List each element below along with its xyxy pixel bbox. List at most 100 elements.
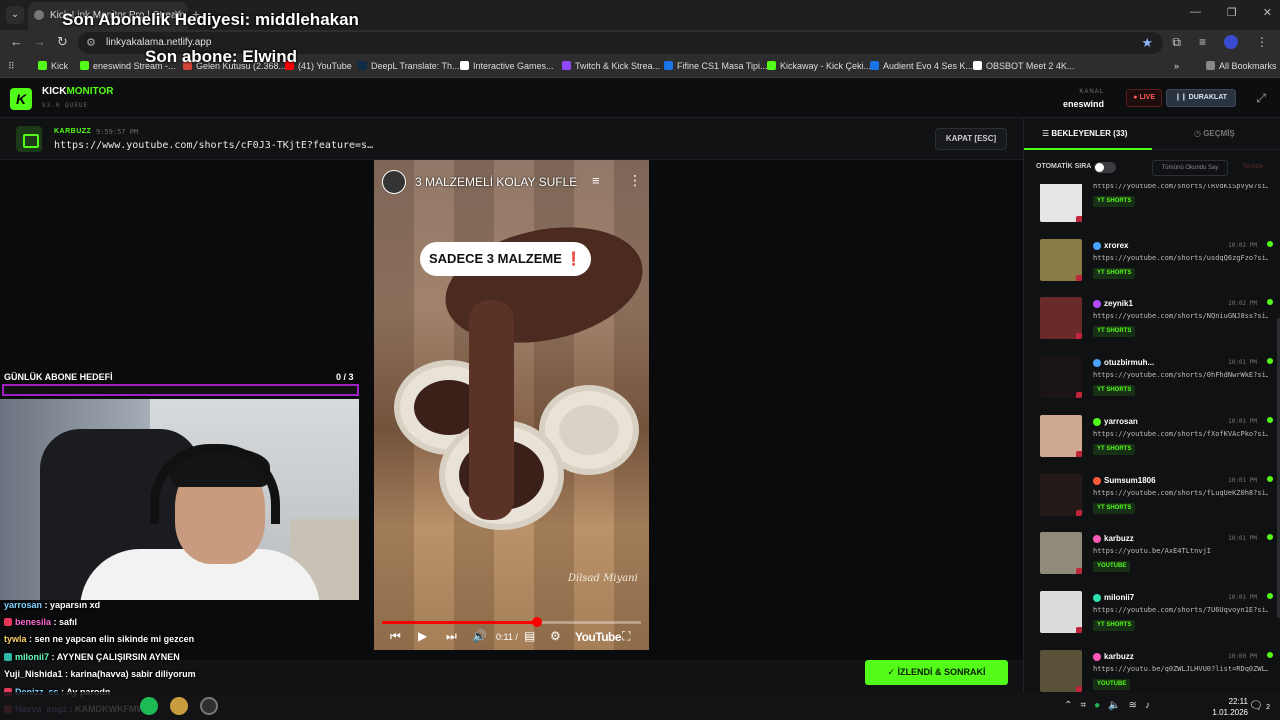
kick-icon (38, 61, 47, 70)
reload-icon[interactable]: ↻ (57, 34, 68, 50)
bookmark-item[interactable]: OBSBOT Meet 2 4K... (973, 61, 1074, 71)
queue-url[interactable]: https://youtube.com/shorts/NQniuGNJ8ss?s… (1093, 312, 1268, 320)
queue-item[interactable]: https://youtube.com/shorts/lRVdKiSpVyw?s… (1034, 184, 1274, 230)
tab-search-icon[interactable]: ⌄ (6, 6, 24, 24)
popout-icon[interactable]: ⤢ (1256, 91, 1266, 106)
playlist-icon[interactable]: ≡ (592, 173, 600, 188)
video-title[interactable]: 3 MALZEMELİ KOLAY SUFLE (415, 175, 577, 189)
browser-menu-icon[interactable]: ⋮ (1256, 35, 1268, 50)
more-options-icon[interactable]: ⋮ (628, 172, 642, 189)
queue-item[interactable]: karbuzz 10:01 PM https://youtu.be/AxE4TLtn… (1034, 532, 1274, 582)
queue-item[interactable]: milonii7 10:01 PM https://youtube.com/shor… (1034, 590, 1274, 641)
bookmark-item[interactable]: Kickaway - Kick Çeki... (767, 61, 871, 71)
all-bookmarks[interactable]: All Bookmarks (1206, 61, 1277, 71)
notifications-icon[interactable]: 🗨 2 (1249, 699, 1270, 712)
queue-item[interactable]: xrorex 10:02 PM https://youtube.com/shorts… (1034, 238, 1274, 289)
queue-thumbnail[interactable] (1040, 238, 1082, 281)
video-progress-bar[interactable] (382, 617, 641, 627)
mark-all-read-button[interactable]: Tümünü Okundu Say (1152, 160, 1228, 176)
speaker-icon[interactable]: 🔈 (1108, 700, 1120, 711)
queue-thumbnail[interactable] (1040, 649, 1082, 692)
previous-icon[interactable]: ⏮ (390, 629, 401, 644)
queue-item[interactable]: otuzbirmuh... 10:01 PM https://youtube.com… (1034, 356, 1274, 406)
tab-history[interactable]: ◷ GEÇMİŞ (1152, 118, 1280, 150)
channel-avatar[interactable] (382, 170, 406, 194)
volume-icon[interactable]: 🔊 (472, 629, 487, 643)
settings-gear-icon[interactable]: ⚙ (550, 629, 561, 643)
queue-time: 10:02 PM (1228, 300, 1257, 308)
clear-button[interactable]: Temizle (1232, 160, 1274, 176)
queue-url[interactable]: https://youtube.com/shorts/fXofKVAcPko?s… (1093, 430, 1268, 438)
queue-url[interactable]: https://youtu.be/AxE4TLtnvjI (1093, 547, 1268, 555)
obs-taskbar-icon[interactable] (200, 697, 218, 715)
forward-icon[interactable]: → (33, 34, 46, 49)
wifi-icon[interactable]: ≋ (1129, 700, 1137, 711)
video-time: 0:11 / (496, 632, 518, 642)
queue-url[interactable]: https://youtube.com/shorts/fLuqUeKZ0h8?s… (1093, 489, 1268, 497)
volume-tray-icon[interactable]: ♪ (1145, 700, 1150, 711)
bookmark-item[interactable]: Fifine CS1 Masa Tipi... (664, 61, 768, 71)
queue-item[interactable]: Sumsum1806 10:01 PM https://youtube.com/sh… (1034, 473, 1274, 524)
queue-item[interactable]: zeynik1 10:02 PM https://youtube.com/short… (1034, 297, 1274, 347)
queue-url[interactable]: https://youtube.com/shorts/usdqQ6zgFzo?s… (1093, 254, 1268, 262)
chat-line: tywla : sen ne yapcan elin sikinde mi ge… (4, 634, 194, 644)
profile-icon[interactable] (1224, 35, 1238, 49)
queue-url[interactable]: https://youtu.be/q0ZWLJLHVU0?list=RDq0ZW… (1093, 665, 1268, 673)
bookmark-item[interactable]: DeepL Translate: Th... (358, 61, 460, 71)
youtube-logo[interactable]: YouTube (575, 630, 622, 644)
user-badge-icon (1093, 593, 1101, 602)
online-status-icon (1267, 534, 1273, 541)
site-info-icon[interactable]: ⚙ (86, 36, 96, 49)
bookmark-item[interactable]: Interactive Games... (460, 61, 554, 71)
spotify-tray-icon[interactable]: ● (1094, 700, 1100, 711)
pause-button[interactable]: ❙❙ DURAKLAT (1166, 89, 1236, 107)
bookmarks-overflow-icon[interactable]: » (1174, 61, 1179, 71)
bookmark-item[interactable]: Twitch & Kick Strea... (562, 61, 660, 71)
bookmark-star-icon[interactable]: ★ (1141, 35, 1153, 51)
chat-line: benesila : safıl (4, 617, 77, 627)
now-playing-url[interactable]: https://www.youtube.com/shorts/cF0J3-TKj… (54, 140, 373, 151)
bookmark-item[interactable]: Kick (38, 61, 68, 71)
network-icon[interactable]: ⌗ (1080, 700, 1086, 711)
back-icon[interactable]: ← (10, 34, 23, 49)
queue-thumbnail[interactable] (1040, 184, 1082, 222)
apps-grid-icon[interactable]: ⠿ (8, 61, 15, 72)
bookmark-item[interactable]: Audient Evo 4 Ses K... (870, 61, 973, 71)
user-badge-icon (1093, 300, 1101, 309)
queue-thumbnail[interactable] (1040, 414, 1082, 457)
tab-waiting[interactable]: ☰ BEKLEYENLER (33) (1024, 118, 1152, 150)
game-taskbar-icon[interactable] (170, 697, 188, 715)
media-controls-icon[interactable]: ≡ (1199, 35, 1206, 50)
queue-time: 10:01 PM (1228, 359, 1257, 367)
auto-queue-toggle[interactable] (1094, 162, 1116, 173)
taskbar-clock[interactable]: 22:11 1.01.2026 (1212, 696, 1248, 718)
user-badge-icon (1093, 652, 1101, 661)
extensions-icon[interactable]: ⧉ (1172, 35, 1181, 50)
captions-icon[interactable]: ▤ (524, 629, 535, 643)
queue-thumbnail[interactable] (1040, 473, 1082, 516)
queue-thumbnail[interactable] (1040, 532, 1082, 575)
next-icon[interactable]: ⏭ (446, 629, 457, 644)
queue-url[interactable]: https://youtube.com/shorts/lRVdKiSpVyw?s… (1093, 184, 1268, 190)
fullscreen-icon[interactable]: ⛶ (622, 629, 630, 644)
queue-thumbnail[interactable] (1040, 590, 1082, 633)
queue-thumbnail[interactable] (1040, 297, 1082, 340)
goal-progress-bar (2, 384, 359, 396)
spotify-taskbar-icon[interactable] (140, 697, 158, 715)
close-video-button[interactable]: KAPAT [ESC] (935, 128, 1007, 150)
watched-next-button[interactable]: ✓ İZLENDİ & SONRAKİ (865, 660, 1008, 685)
chat-badge-icon (4, 618, 12, 626)
video-controls: ⏮ ▶ ⏭ 🔊 0:11 / ▤ ⚙ YouTube ⛶ (382, 628, 641, 646)
minimize-icon[interactable]: — (1190, 6, 1201, 19)
queue-item[interactable]: karbuzz 10:00 PM https://youtu.be/q0ZWLJLH… (1034, 649, 1274, 692)
restore-icon[interactable]: ❐ (1227, 6, 1237, 19)
close-window-icon[interactable]: ✕ (1263, 6, 1272, 19)
queue-url[interactable]: https://youtube.com/shorts/7U6Uqvoyn1E?s… (1093, 606, 1268, 614)
queue-item[interactable]: yarrosan 10:01 PM https://youtube.com/shor… (1034, 414, 1274, 465)
extension-icons: ⧉ ≡ ⋮ (1172, 35, 1268, 50)
tray-overflow-icon[interactable]: ⌃ (1064, 700, 1072, 711)
play-icon[interactable]: ▶ (418, 629, 427, 643)
queue-thumbnail[interactable] (1040, 356, 1082, 399)
video-source-icon (16, 126, 42, 152)
queue-url[interactable]: https://youtube.com/shorts/0hFhdNwrWkE?s… (1093, 371, 1268, 379)
